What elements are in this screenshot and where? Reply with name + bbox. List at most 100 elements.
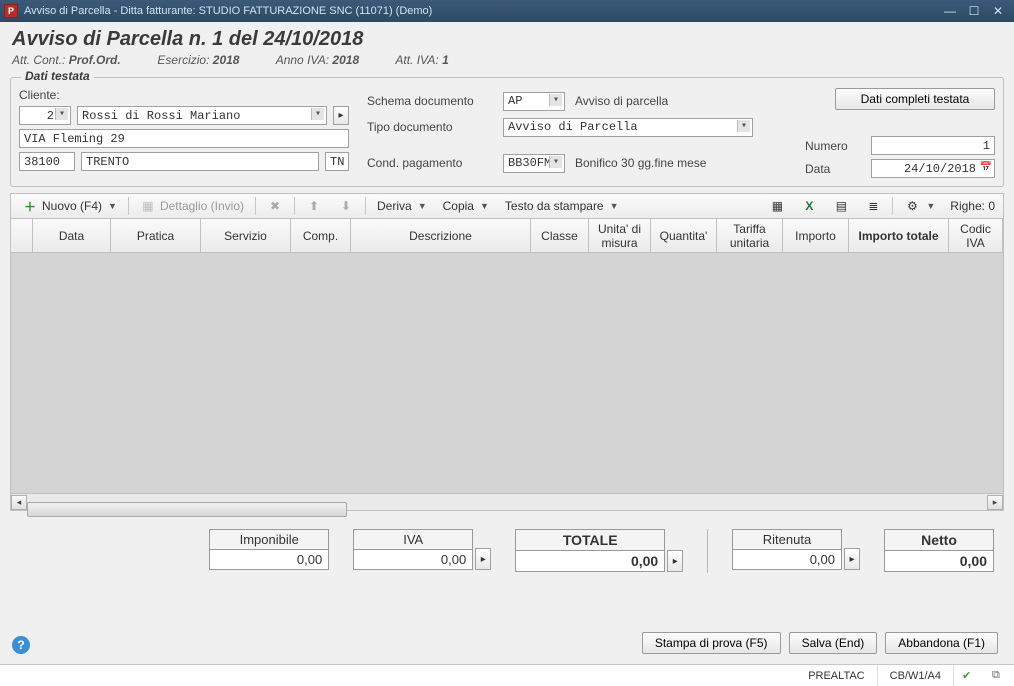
addr-city[interactable]: TRENTO <box>81 152 319 171</box>
dati-completi-button[interactable]: Dati completi testata <box>835 88 995 110</box>
filter-icon: ⚙ <box>904 198 920 214</box>
data-value: 24/10/2018 <box>904 162 976 176</box>
addr-street[interactable]: VIA Fleming 29 <box>19 129 349 148</box>
att-cont-label: Att. Cont.: <box>12 53 65 67</box>
col-importo[interactable]: Importo <box>783 219 849 252</box>
ritenuta-next-button[interactable]: ▸ <box>844 548 860 570</box>
app-icon: P <box>4 4 18 18</box>
grid-tool-3[interactable]: ▤ <box>826 196 856 216</box>
tipo-select[interactable]: Avviso di Parcella <box>503 118 753 137</box>
grid-icon: ▦ <box>769 198 785 214</box>
cliente-name-select[interactable]: Rossi di Rossi Mariano <box>77 106 327 125</box>
scroll-thumb[interactable] <box>27 502 347 517</box>
status-icon-2: ⧉ <box>992 669 1006 683</box>
testo-label: Testo da stampare <box>505 199 604 213</box>
cliente-code-select[interactable]: 2 <box>19 106 71 125</box>
status-user: PREALTAC <box>796 665 877 686</box>
col-unita[interactable]: Unita' di misura <box>589 219 651 252</box>
status-icon-1: ✔ <box>962 669 976 683</box>
testo-button[interactable]: Testo da stampare▼ <box>498 196 626 216</box>
totale-label: TOTALE <box>515 529 665 550</box>
help-button[interactable]: ? <box>12 636 30 654</box>
iva-value: 0,00 <box>353 549 473 570</box>
window-title: Avviso di Parcella - Ditta fatturante: S… <box>24 5 938 17</box>
imponibile-label: Imponibile <box>209 529 329 549</box>
grid-header-row: Data Pratica Servizio Comp. Descrizione … <box>11 219 1003 253</box>
schema-desc: Avviso di parcella <box>575 94 668 108</box>
data-label: Data <box>805 162 865 176</box>
deriva-button[interactable]: Deriva▼ <box>370 196 434 216</box>
grid: Data Pratica Servizio Comp. Descrizione … <box>10 219 1004 511</box>
netto-label: Netto <box>884 529 994 550</box>
arrow-down-icon: ⬇ <box>338 198 354 214</box>
salva-button[interactable]: Salva (End) <box>789 632 878 654</box>
esercizio-label: Esercizio: <box>157 53 209 67</box>
col-descrizione[interactable]: Descrizione <box>351 219 531 252</box>
col-servizio[interactable]: Servizio <box>201 219 291 252</box>
col-importo-totale[interactable]: Importo totale <box>849 219 949 252</box>
esercizio-value: 2018 <box>213 53 240 67</box>
dati-testata-group: Dati testata Cliente: 2 Rossi di Rossi M… <box>10 77 1004 187</box>
cond-desc: Bonifico 30 gg.fine mese <box>575 156 706 170</box>
att-iva-value: 1 <box>442 53 449 67</box>
stampa-button[interactable]: Stampa di prova (F5) <box>642 632 781 654</box>
grid-tool-4[interactable]: ≣ <box>858 196 888 216</box>
export-excel-button[interactable]: X <box>794 196 824 216</box>
dettaglio-label: Dettaglio (Invio) <box>160 199 244 213</box>
data-field[interactable]: 24/10/2018 📅 <box>871 159 995 178</box>
addr-zip[interactable]: 38100 <box>19 152 75 171</box>
numero-field[interactable]: 1 <box>871 136 995 155</box>
nuovo-button[interactable]: ＋ Nuovo (F4) ▼ <box>15 196 124 216</box>
deriva-label: Deriva <box>377 199 412 213</box>
schema-code-select[interactable]: AP <box>503 92 565 111</box>
delete-icon: ✖ <box>267 198 283 214</box>
arrow-up-icon: ⬆ <box>306 198 322 214</box>
cliente-label: Cliente: <box>19 88 349 102</box>
grid-tool-1[interactable]: ▦ <box>762 196 792 216</box>
grid-body[interactable] <box>11 253 1003 493</box>
move-down-button: ⬇ <box>331 196 361 216</box>
att-cont-value: Prof.Ord. <box>69 53 121 67</box>
scroll-right-icon[interactable]: ▸ <box>987 495 1003 510</box>
col-codice-iva[interactable]: Codic IVA <box>949 219 1003 252</box>
delete-button: ✖ <box>260 196 290 216</box>
plus-icon: ＋ <box>22 198 38 214</box>
grid-tool-5[interactable]: ⚙▼ <box>897 196 942 216</box>
status-bar: PREALTAC CB/W1/A4 ✔ ⧉ <box>0 664 1014 686</box>
imponibile-value: 0,00 <box>209 549 329 570</box>
iva-label: IVA <box>353 529 473 549</box>
totals-row: Imponibile 0,00 IVA 0,00 ▸ TOTALE 0,00 ▸… <box>0 511 1014 583</box>
col-quantita[interactable]: Quantita' <box>651 219 717 252</box>
copia-button[interactable]: Copia▼ <box>436 196 496 216</box>
maximize-button[interactable]: ☐ <box>962 3 986 19</box>
scroll-left-icon[interactable]: ◂ <box>11 495 27 510</box>
copia-label: Copia <box>443 199 474 213</box>
status-cfg: CB/W1/A4 <box>878 665 954 686</box>
numero-label: Numero <box>805 139 865 153</box>
abbandona-button[interactable]: Abbandona (F1) <box>885 632 998 654</box>
col-selector[interactable] <box>11 219 33 252</box>
close-button[interactable]: ✕ <box>986 3 1010 19</box>
col-classe[interactable]: Classe <box>531 219 589 252</box>
h-scrollbar[interactable]: ◂ ▸ <box>11 493 1003 510</box>
iva-next-button[interactable]: ▸ <box>475 548 491 570</box>
anno-iva-value: 2018 <box>332 53 359 67</box>
cond-code-select[interactable]: BB30FM <box>503 154 565 173</box>
minimize-button[interactable]: — <box>938 3 962 19</box>
col-tariffa[interactable]: Tariffa unitaria <box>717 219 783 252</box>
header-meta: Att. Cont.: Prof.Ord. Esercizio: 2018 An… <box>12 53 1002 67</box>
group-legend: Dati testata <box>21 69 94 83</box>
dettaglio-button: ▦ Dettaglio (Invio) <box>133 196 251 216</box>
calendar-icon[interactable]: 📅 <box>980 162 992 174</box>
col-comp[interactable]: Comp. <box>291 219 351 252</box>
ritenuta-label: Ritenuta <box>732 529 842 549</box>
totale-next-button[interactable]: ▸ <box>667 550 683 572</box>
anno-iva-label: Anno IVA: <box>276 53 329 67</box>
move-up-button: ⬆ <box>299 196 329 216</box>
addr-prov[interactable]: TN <box>325 152 349 171</box>
col-pratica[interactable]: Pratica <box>111 219 201 252</box>
col-data[interactable]: Data <box>33 219 111 252</box>
page-title: Avviso di Parcella n. 1 del 24/10/2018 <box>12 28 1002 51</box>
righe-label: Righe: <box>950 199 985 213</box>
cliente-next-button[interactable]: ▸ <box>333 106 349 125</box>
